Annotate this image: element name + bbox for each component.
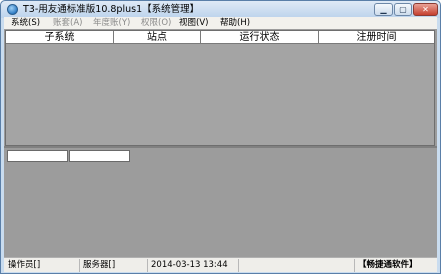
menu-account-set[interactable]: 账套(A) bbox=[53, 17, 82, 29]
window-title: T3-用友通标准版10.8plus1【系统管理】 bbox=[23, 4, 200, 15]
status-server: 服务器[] bbox=[81, 259, 148, 272]
menu-fiscal-year[interactable]: 年度账(Y) bbox=[93, 17, 130, 29]
grid-cell[interactable] bbox=[69, 150, 130, 162]
status-datetime: 2014-03-13 13:44 bbox=[149, 259, 239, 272]
status-vendor: 【畅捷通软件】 bbox=[358, 260, 418, 270]
title-bar[interactable]: T3-用友通标准版10.8plus1【系统管理】 ▁ ▢ ✕ bbox=[1, 1, 440, 18]
menu-system[interactable]: 系统(S) bbox=[11, 17, 40, 29]
menu-help[interactable]: 帮助(H) bbox=[220, 17, 250, 29]
status-operator: 操作员[] bbox=[6, 259, 80, 272]
subsystem-grid[interactable]: 子系统 站点 运行状态 注册时间 bbox=[5, 30, 435, 146]
menu-bar: 系统(S) 账套(A) 年度账(Y) 权限(O) 视图(V) 帮助(H) bbox=[4, 17, 437, 29]
status-blank bbox=[240, 259, 355, 272]
task-grid[interactable] bbox=[5, 148, 435, 256]
maximize-button[interactable]: ▢ bbox=[394, 3, 412, 16]
grid-cell[interactable] bbox=[7, 150, 68, 162]
column-header-run-status[interactable]: 运行状态 bbox=[201, 31, 319, 44]
minimize-button[interactable]: ▁ bbox=[374, 3, 393, 16]
column-header-register-time[interactable]: 注册时间 bbox=[319, 31, 434, 44]
column-header-site[interactable]: 站点 bbox=[114, 31, 201, 44]
app-logo-icon bbox=[7, 4, 18, 15]
close-button[interactable]: ✕ bbox=[413, 3, 438, 16]
status-bar: 操作员[] 服务器[] 2014-03-13 13:44 【畅捷通软件】 bbox=[4, 257, 437, 272]
menu-permissions[interactable]: 权限(O) bbox=[141, 17, 171, 29]
column-header-subsystem[interactable]: 子系统 bbox=[6, 31, 114, 44]
menu-view[interactable]: 视图(V) bbox=[179, 17, 208, 29]
grid-header: 子系统 站点 运行状态 注册时间 bbox=[6, 31, 434, 44]
